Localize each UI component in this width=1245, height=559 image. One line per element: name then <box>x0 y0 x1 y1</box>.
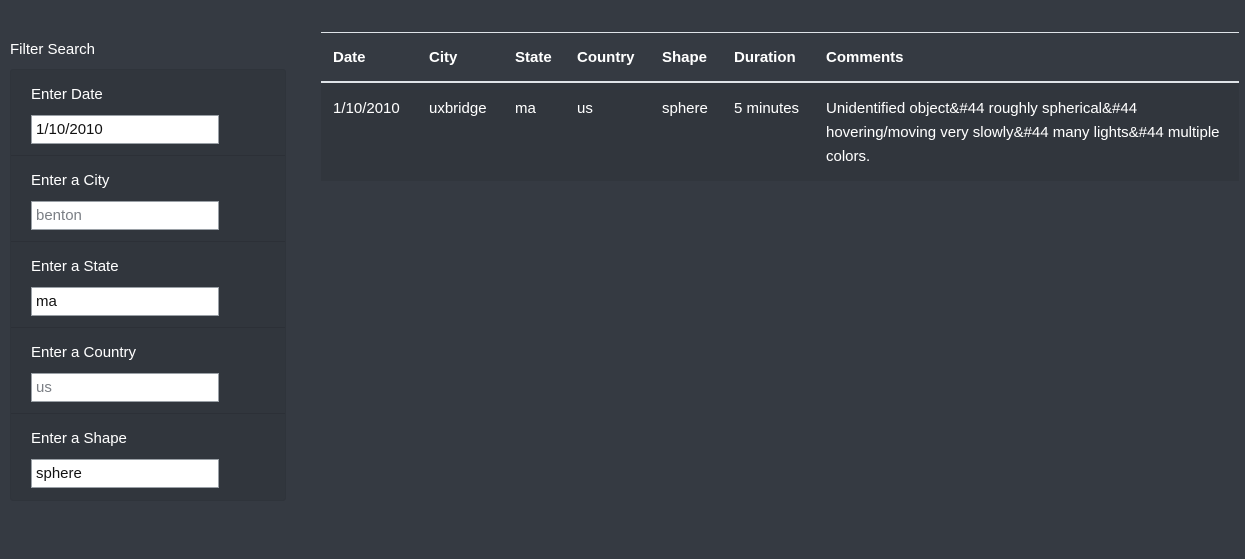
state-input[interactable] <box>31 287 219 316</box>
cell-state: ma <box>503 82 565 181</box>
table-body: 1/10/2010 uxbridge ma us sphere 5 minute… <box>321 82 1239 181</box>
table-header: Date City State Country Shape Duration C… <box>321 32 1239 83</box>
header-duration: Duration <box>722 32 814 83</box>
header-country: Country <box>565 32 650 83</box>
filter-item-country: Enter a Country <box>11 328 285 414</box>
city-input[interactable] <box>31 201 219 230</box>
header-comments: Comments <box>814 32 1239 83</box>
cell-country: us <box>565 82 650 181</box>
cell-date: 1/10/2010 <box>321 82 417 181</box>
filter-panel: Filter Search Enter Date Enter a City En… <box>10 40 286 501</box>
cell-shape: sphere <box>650 82 722 181</box>
filter-list: Enter Date Enter a City Enter a State En… <box>10 69 286 501</box>
country-label: Enter a Country <box>31 344 137 361</box>
header-shape: Shape <box>650 32 722 83</box>
results-table-container: Date City State Country Shape Duration C… <box>321 32 1239 181</box>
state-label: Enter a State <box>31 258 119 275</box>
header-state: State <box>503 32 565 83</box>
filter-item-shape: Enter a Shape <box>11 414 285 500</box>
country-input[interactable] <box>31 373 219 402</box>
header-city: City <box>417 32 503 83</box>
filter-item-date: Enter Date <box>11 70 285 156</box>
date-input[interactable] <box>31 115 219 144</box>
page: Filter Search Enter Date Enter a City En… <box>0 0 1245 559</box>
table-row: 1/10/2010 uxbridge ma us sphere 5 minute… <box>321 82 1239 181</box>
shape-input[interactable] <box>31 459 219 488</box>
city-label: Enter a City <box>31 172 110 189</box>
cell-city: uxbridge <box>417 82 503 181</box>
cell-duration: 5 minutes <box>722 82 814 181</box>
date-label: Enter Date <box>31 86 103 103</box>
cell-comments: Unidentified object&#44 roughly spherica… <box>814 82 1239 181</box>
filter-item-city: Enter a City <box>11 156 285 242</box>
filter-item-state: Enter a State <box>11 242 285 328</box>
ufo-table: Date City State Country Shape Duration C… <box>321 32 1239 181</box>
table-header-row: Date City State Country Shape Duration C… <box>321 32 1239 83</box>
shape-label: Enter a Shape <box>31 430 127 447</box>
filter-title: Filter Search <box>10 41 96 58</box>
header-date: Date <box>321 32 417 83</box>
